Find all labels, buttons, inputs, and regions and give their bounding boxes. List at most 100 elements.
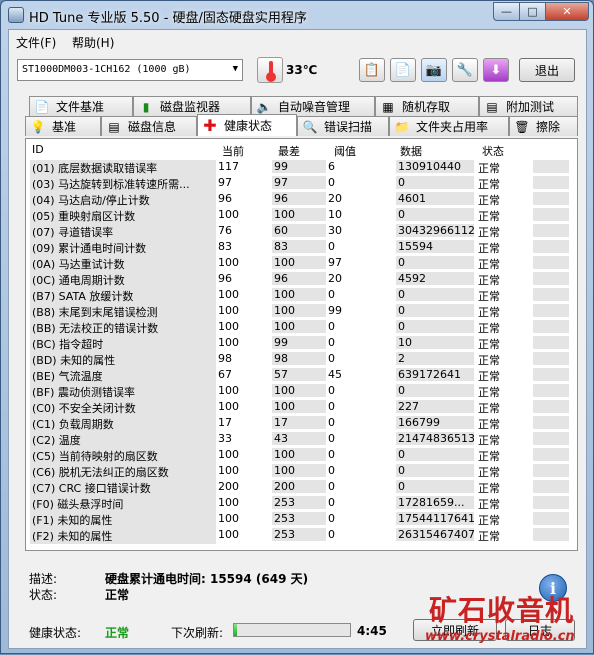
col-header-id[interactable]: ID xyxy=(32,143,44,156)
empty-column-cell xyxy=(533,480,569,493)
tab-label: 基准 xyxy=(52,120,77,134)
current-value-cell: 100 xyxy=(218,208,239,221)
table-row[interactable]: (F0) 磁头悬浮时间 100 253 0 17281659... 正常 xyxy=(26,495,577,512)
tab-extra-tests[interactable]: ▤ 附加测试 xyxy=(479,96,578,116)
status-cell: 正常 xyxy=(478,370,500,383)
threshold-cell: 0 xyxy=(328,400,335,413)
raw-data-cell: 0 xyxy=(396,288,474,301)
table-row[interactable]: (BB) 无法校正的错误计数 100 100 0 0 正常 xyxy=(26,319,577,336)
table-row[interactable]: (C0) 不安全关闭计数 100 100 0 227 正常 xyxy=(26,399,577,416)
col-header-threshold[interactable]: 阈值 xyxy=(334,143,356,159)
table-row[interactable]: (B7) SATA 放缓计数 100 100 0 0 正常 xyxy=(26,287,577,304)
threshold-cell: 0 xyxy=(328,288,335,301)
smart-id-cell: (F2) 未知的属性 xyxy=(30,528,216,544)
tab-label: 随机存取 xyxy=(402,100,451,114)
table-row[interactable]: (F2) 未知的属性 100 253 0 26315467407 正常 xyxy=(26,527,577,544)
health-label: 健康状态: xyxy=(29,626,82,640)
tab-health[interactable]: ✚ 健康状态 xyxy=(197,114,297,136)
table-row[interactable]: (BF) 震动侦测错误率 100 100 0 0 正常 xyxy=(26,383,577,400)
table-row[interactable]: (BD) 未知的属性 98 98 0 2 正常 xyxy=(26,351,577,368)
raw-data-cell: 166799 xyxy=(396,416,474,429)
current-value-cell: 100 xyxy=(218,496,239,509)
worst-value-cell: 17 xyxy=(272,416,326,429)
maximize-button[interactable]: □ xyxy=(519,2,545,21)
table-row[interactable]: (F1) 未知的属性 100 253 0 17544117641 正常 xyxy=(26,511,577,528)
menu-bar: 文件(F) 帮助(H) xyxy=(9,30,586,52)
smart-id-cell: (C2) 温度 xyxy=(30,432,216,448)
tab-random-access[interactable]: ▦ 随机存取 xyxy=(375,96,479,116)
smart-id-cell: (B8) 末尾到末尾错误检测 xyxy=(30,304,216,320)
tab-disk-monitor[interactable]: ▮ 磁盘监视器 xyxy=(133,96,251,116)
smart-id-cell: (05) 重映射扇区计数 xyxy=(30,208,216,224)
table-row[interactable]: (0C) 通电周期计数 96 96 20 4592 正常 xyxy=(26,271,577,288)
status-cell: 正常 xyxy=(478,226,500,239)
table-row[interactable]: (C7) CRC 接口错误计数 200 200 0 0 正常 xyxy=(26,479,577,496)
wrench-icon: 🔧 xyxy=(456,62,474,78)
table-row[interactable]: (05) 重映射扇区计数 100 100 10 0 正常 xyxy=(26,207,577,224)
threshold-cell: 0 xyxy=(328,240,335,253)
tab-folder-usage[interactable]: 📁 文件夹占用率 xyxy=(389,116,509,136)
description-label: 描述: xyxy=(29,572,58,586)
raw-data-cell: 0 xyxy=(396,208,474,221)
table-row[interactable]: (03) 马达旋转到标准转速所需... 97 97 0 0 正常 xyxy=(26,175,577,192)
copy-info-button[interactable]: 📄 xyxy=(390,58,416,82)
empty-column-cell xyxy=(533,176,569,189)
table-row[interactable]: (C2) 温度 33 43 0 21474836513 正常 xyxy=(26,431,577,448)
table-row[interactable]: (0A) 马达重试计数 100 100 97 0 正常 xyxy=(26,255,577,272)
table-row[interactable]: (07) 寻道错误率 76 60 30 30432966112 正常 xyxy=(26,223,577,240)
screenshot-button[interactable]: 📷 xyxy=(421,58,447,82)
current-value-cell: 100 xyxy=(218,448,239,461)
worst-value-cell: 60 xyxy=(272,224,326,237)
table-row[interactable]: (09) 累计通电时间计数 83 83 0 15594 正常 xyxy=(26,239,577,256)
tab-erase[interactable]: 🗑 擦除 xyxy=(509,116,578,136)
threshold-cell: 10 xyxy=(328,208,342,221)
status-cell: 正常 xyxy=(478,322,500,335)
tab-error-scan[interactable]: 🔍 错误扫描 xyxy=(297,116,389,136)
drive-select[interactable]: ST1000DM003-1CH162 (1000 gB) ▼ xyxy=(17,59,243,81)
smart-id-cell: (C6) 脱机无法纠正的扇区数 xyxy=(30,464,216,480)
close-button[interactable]: ✕ xyxy=(545,2,589,21)
worst-value-cell: 57 xyxy=(272,368,326,381)
current-value-cell: 200 xyxy=(218,480,239,493)
table-row[interactable]: (04) 马达启动/停止计数 96 96 20 4601 正常 xyxy=(26,191,577,208)
table-row[interactable]: (C5) 当前待映射的扇区数 100 100 0 0 正常 xyxy=(26,447,577,464)
table-row[interactable]: (C1) 负载周期数 17 17 0 166799 正常 xyxy=(26,415,577,432)
tab-benchmark[interactable]: 💡 基准 xyxy=(25,116,101,136)
folder-icon: 📁 xyxy=(394,119,410,134)
table-row[interactable]: (BC) 指令超时 100 99 0 10 正常 xyxy=(26,335,577,352)
col-header-worst[interactable]: 最差 xyxy=(278,143,300,159)
raw-data-cell: 639172641 xyxy=(396,368,474,381)
menu-help[interactable]: 帮助(H) xyxy=(72,34,114,51)
tab-file-benchmark[interactable]: 📄 文件基准 xyxy=(29,96,133,116)
worst-value-cell: 100 xyxy=(272,400,326,413)
watermark: 矿石收音机 www.crystalradio.cn xyxy=(419,589,594,655)
smart-id-cell: (B7) SATA 放缓计数 xyxy=(30,288,216,304)
options-button[interactable]: 🔧 xyxy=(452,58,478,82)
exit-button[interactable]: 退出 xyxy=(519,58,575,82)
empty-column-cell xyxy=(533,192,569,205)
table-row[interactable]: (C6) 脱机无法纠正的扇区数 100 100 0 0 正常 xyxy=(26,463,577,480)
status-cell: 正常 xyxy=(478,530,500,543)
copy-text-button[interactable]: 📋 xyxy=(359,58,385,82)
tab-noise-management[interactable]: 🔈 自动噪音管理 xyxy=(251,96,375,116)
save-button[interactable]: ⬇ xyxy=(483,58,509,82)
table-row[interactable]: (01) 底层数据读取错误率 117 99 6 130910440 正常 xyxy=(26,159,577,176)
threshold-cell: 0 xyxy=(328,176,335,189)
tab-disk-info[interactable]: ▤ 磁盘信息 xyxy=(101,116,197,136)
menu-file[interactable]: 文件(F) xyxy=(16,34,56,51)
table-row[interactable]: (BE) 气流温度 67 57 45 639172641 正常 xyxy=(26,367,577,384)
minimize-button[interactable]: — xyxy=(493,2,519,21)
raw-data-cell: 0 xyxy=(396,320,474,333)
health-panel: ID 当前 最差 阈值 数据 状态 (01) 底层数据读取错误率 117 99 6 13… xyxy=(25,138,578,551)
threshold-cell: 0 xyxy=(328,512,335,525)
col-header-status[interactable]: 状态 xyxy=(482,143,504,159)
current-value-cell: 117 xyxy=(218,160,239,173)
current-value-cell: 100 xyxy=(218,336,239,349)
file-benchmark-icon: 📄 xyxy=(34,99,50,114)
thermometer-icon xyxy=(257,57,283,83)
col-header-current[interactable]: 当前 xyxy=(222,143,244,159)
current-value-cell: 100 xyxy=(218,384,239,397)
raw-data-cell: 0 xyxy=(396,448,474,461)
col-header-data[interactable]: 数据 xyxy=(400,143,422,159)
table-row[interactable]: (B8) 末尾到末尾错误检测 100 100 99 0 正常 xyxy=(26,303,577,320)
